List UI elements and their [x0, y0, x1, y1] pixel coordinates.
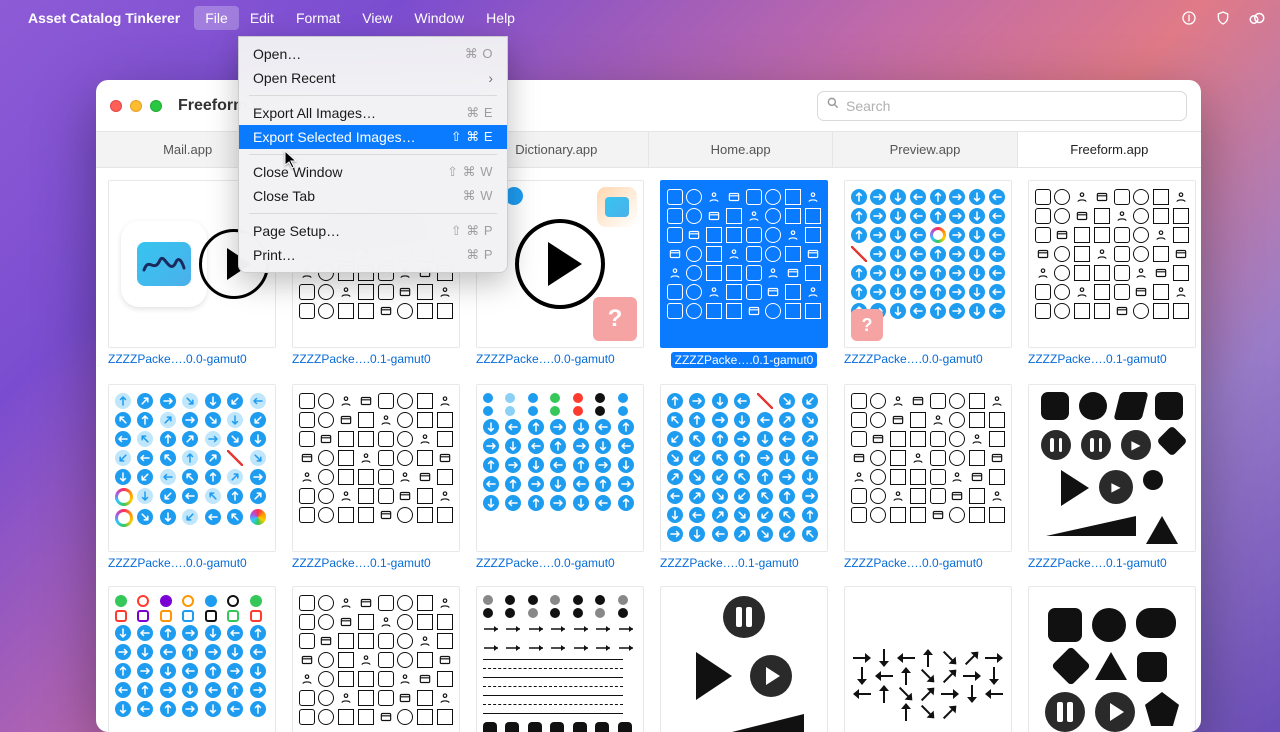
menu-page-setup[interactable]: Page Setup…⇧ ⌘ P [239, 219, 507, 243]
traffic-lights [110, 100, 162, 112]
parallelogram-icon [1114, 392, 1149, 420]
asset-cell[interactable]: ? ZZZZPacke….0.0-gamut0 [844, 180, 1012, 368]
triangle-icon [1146, 516, 1178, 544]
chevron-right-icon: › [488, 70, 493, 86]
diamond-icon [1156, 425, 1187, 456]
menubar: Asset Catalog Tinkerer File Edit Format … [0, 0, 1280, 36]
search-icon [826, 96, 840, 115]
tab-preview[interactable]: Preview.app [833, 132, 1017, 167]
file-menu-dropdown: Open…⌘ O Open Recent› Export All Images…… [238, 36, 508, 273]
asset-label: ZZZZPacke….0.0-gamut0 [108, 556, 276, 570]
play-button-icon: ▶ [1099, 470, 1133, 504]
asset-cell[interactable]: ZZZZPacke….0.1-gamut0 [660, 384, 828, 570]
asset-cell[interactable]: ZZZZPacke….0.0-gamut0 [844, 384, 1012, 570]
asset-label: ZZZZPacke….0.0-gamut0 [476, 556, 644, 570]
rounded-square-icon [1048, 608, 1082, 642]
rounded-square-icon [1041, 392, 1069, 420]
ramp-icon [1046, 516, 1136, 536]
asset-cell[interactable]: ZZZZPacke….0.0-gamut0 [476, 586, 644, 732]
asset-label: ZZZZPacke….0.1-gamut0 [1028, 352, 1196, 366]
rounded-square-icon [1155, 392, 1183, 420]
asset-label: ZZZZPacke….0.0-gamut0 [844, 352, 1012, 366]
menu-edit[interactable]: Edit [239, 6, 285, 30]
minimize-button[interactable] [130, 100, 142, 112]
asset-cell[interactable]: ZZZZPacke….0.0-gamut0 [844, 586, 1012, 732]
asset-cell[interactable]: ZZZZPacke….0.1-gamut0 [292, 586, 460, 732]
play-ring-icon [515, 219, 605, 309]
search-field[interactable] [817, 91, 1187, 121]
menu-view[interactable]: View [351, 6, 403, 30]
asset-cell[interactable]: ZZZZPacke….0.1-gamut0 [1028, 180, 1196, 368]
pause-circle-icon [723, 596, 765, 638]
tab-home[interactable]: Home.app [649, 132, 833, 167]
freeform-app-icon [121, 221, 207, 307]
play-button-icon: ▶ [1121, 430, 1151, 460]
asset-cell[interactable]: ZZZZPacke….0.1-gamut0 [1028, 586, 1196, 732]
menu-export-all[interactable]: Export All Images…⌘ E [239, 101, 507, 125]
menu-open-recent[interactable]: Open Recent› [239, 66, 507, 90]
dot-icon [1143, 470, 1163, 490]
square-icon [1137, 652, 1167, 682]
menu-separator [249, 213, 497, 214]
asset-label: ZZZZPacke….0.1-gamut0 [671, 352, 818, 368]
play-circle-icon [1095, 692, 1135, 732]
asset-cell[interactable]: ZZZZPacke….0.0-gamut0 [108, 586, 276, 732]
menu-close-window[interactable]: Close Window⇧ ⌘ W [239, 160, 507, 184]
tab-freeform[interactable]: Freeform.app [1018, 132, 1201, 167]
menu-open[interactable]: Open…⌘ O [239, 42, 507, 66]
circle-icon [1079, 392, 1107, 420]
menu-export-selected[interactable]: Export Selected Images…⇧ ⌘ E [239, 125, 507, 149]
menubar-app-name[interactable]: Asset Catalog Tinkerer [28, 10, 180, 26]
shield-icon[interactable] [1214, 9, 1232, 27]
menubar-right [1180, 9, 1266, 27]
pause-button-icon [1041, 430, 1071, 460]
asset-label: ZZZZPacke….0.1-gamut0 [292, 352, 460, 366]
pause-button-icon [1081, 430, 1111, 460]
play-triangle-icon [696, 652, 732, 700]
onepassword-icon[interactable] [1180, 9, 1198, 27]
close-button[interactable] [110, 100, 122, 112]
ramp-icon [684, 714, 804, 732]
creative-cloud-icon[interactable] [1248, 9, 1266, 27]
asset-label: ZZZZPacke….0.0-gamut0 [476, 352, 644, 366]
asset-cell[interactable]: ZZZZPacke….0.1-gamut0 [292, 384, 460, 570]
menu-separator [249, 154, 497, 155]
asset-label: ZZZZPacke….0.1-gamut0 [1028, 556, 1196, 570]
menu-format[interactable]: Format [285, 6, 351, 30]
circle-icon [1092, 608, 1126, 642]
asset-label: ZZZZPacke….0.0-gamut0 [108, 352, 276, 366]
asset-cell[interactable]: ▶ ▶ ZZZZPacke….0.1-gamut0 [1028, 384, 1196, 570]
triangle-icon [1095, 652, 1127, 680]
asset-label: ZZZZPacke….0.1-gamut0 [292, 556, 460, 570]
asset-cell-selected[interactable]: ZZZZPacke….0.1-gamut0 [660, 180, 828, 368]
asset-cell[interactable]: ZZZZPacke….0.1-gamut0 [660, 586, 828, 732]
play-triangle-icon [1061, 470, 1089, 506]
menu-print[interactable]: Print…⌘ P [239, 243, 507, 267]
pause-circle-icon [1045, 692, 1085, 732]
question-badge-icon: ? [851, 309, 883, 341]
menu-help[interactable]: Help [475, 6, 526, 30]
play-circle-icon [750, 655, 792, 697]
menu-separator [249, 95, 497, 96]
diamond-icon [1051, 646, 1091, 686]
asset-label: ZZZZPacke….0.1-gamut0 [660, 556, 828, 570]
zoom-button[interactable] [150, 100, 162, 112]
pentagon-icon [1145, 692, 1179, 726]
search-input[interactable] [846, 98, 1178, 114]
question-badge-icon: ? [593, 297, 637, 341]
asset-label: ZZZZPacke….0.0-gamut0 [844, 556, 1012, 570]
pill-icon [1136, 608, 1176, 638]
asset-cell[interactable]: ZZZZPacke….0.0-gamut0 [108, 384, 276, 570]
freeform-mini-icon [597, 187, 637, 227]
menu-window[interactable]: Window [403, 6, 475, 30]
asset-cell[interactable]: ZZZZPacke….0.0-gamut0 [476, 384, 644, 570]
menu-close-tab[interactable]: Close Tab⌘ W [239, 184, 507, 208]
menu-file[interactable]: File [194, 6, 239, 30]
